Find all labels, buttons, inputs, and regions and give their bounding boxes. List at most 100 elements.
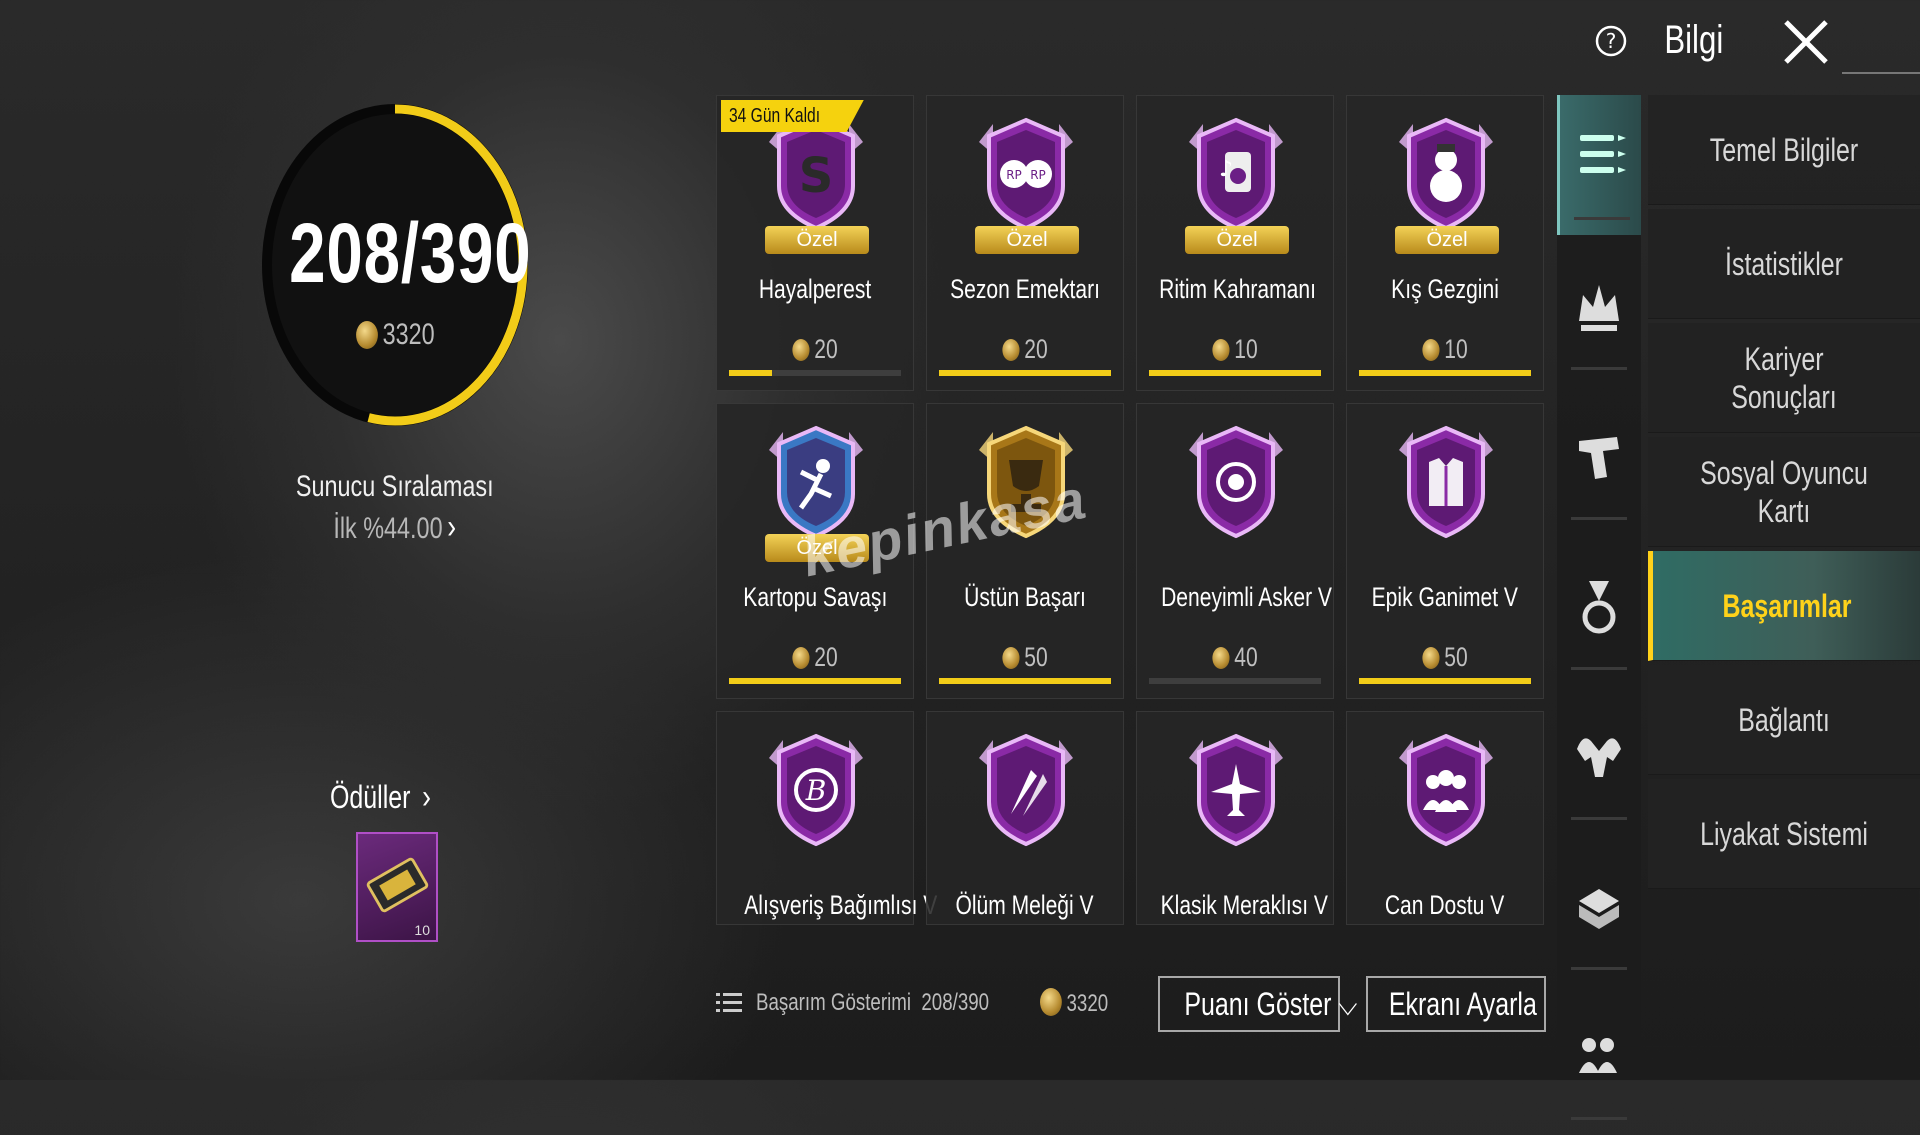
svg-text:S: S [799, 148, 834, 204]
rail-item[interactable] [1557, 245, 1641, 385]
display-label: Başarım Gösterimi [756, 989, 911, 1016]
rp-badge-icon: RP RP [971, 114, 1081, 234]
achievement-card[interactable]: Can Dostu V [1346, 711, 1544, 925]
menu-item[interactable]: İstatistikler [1648, 209, 1920, 319]
menu-item[interactable]: Temel Bilgiler [1648, 95, 1920, 205]
achievement-points: 50 [1347, 642, 1543, 673]
show-points-dropdown[interactable]: Puanı Göster ⌵ [1158, 976, 1357, 1032]
coin-icon [792, 647, 810, 669]
achievement-card[interactable]: RP RP Özel Sezon Emektarı 20 [926, 95, 1124, 391]
achievement-points: 50 [927, 642, 1123, 673]
display-count: 208/390 [921, 989, 990, 1016]
achievement-card[interactable]: ♪ Özel Ritim Kahramanı 10 [1136, 95, 1334, 391]
airplane-icon [1181, 730, 1291, 850]
chevron-right-icon: › [422, 778, 431, 816]
divider [1842, 72, 1920, 74]
divider [1571, 817, 1627, 820]
svg-text:♪: ♪ [1219, 157, 1233, 182]
menu-item[interactable]: Liyakat Sistemi [1648, 779, 1920, 889]
achievement-card[interactable]: Deneyimli Asker V 40 [1136, 403, 1334, 699]
achievement-progress-bar [939, 370, 1111, 376]
squad-icon [1391, 730, 1501, 850]
coin-icon [1002, 647, 1020, 669]
svg-text:B: B [805, 774, 827, 807]
achievement-progress-bar [1359, 678, 1531, 684]
menu-item[interactable]: Kariyer Sonuçları [1648, 323, 1920, 433]
rail-item[interactable] [1557, 845, 1641, 985]
chevron-right-icon: › [447, 508, 457, 546]
divider [1574, 217, 1630, 220]
rail-item[interactable] [1557, 995, 1641, 1135]
achievement-title: Deneyimli Asker V [1161, 582, 1332, 612]
achievement-points: 40 [1137, 642, 1333, 673]
achievement-progress-bar [1359, 370, 1531, 376]
coin-icon [792, 339, 810, 361]
divider [1571, 1117, 1627, 1120]
achievement-progress-bar [729, 678, 901, 684]
rail-item[interactable] [1557, 695, 1641, 835]
coin-icon [355, 321, 378, 349]
server-rank-value[interactable]: İlk %44.00 › [255, 508, 535, 547]
achievement-card[interactable]: Özel Kış Gezgini 10 [1346, 95, 1544, 391]
achievement-title: Alışveriş Bağımlısı V [744, 890, 938, 920]
menu-item[interactable]: Sosyal Oyuncu Kartı [1648, 437, 1920, 547]
coin-icon [1422, 339, 1440, 361]
rail-item[interactable] [1557, 545, 1641, 685]
achievement-points: 20 [717, 334, 913, 365]
achievement-count: 208/390 [289, 206, 532, 300]
svg-text:?: ? [1606, 29, 1617, 53]
shopping-icon: B [761, 730, 871, 850]
achievement-card[interactable]: S 34 Gün Kaldı Özel Hayalperest 20 [716, 95, 914, 391]
armor-icon [1391, 422, 1501, 542]
achievement-title: Üstün Başarı [964, 582, 1086, 612]
special-badge: Özel [1395, 226, 1499, 254]
progress-fill [939, 678, 1111, 684]
help-icon[interactable]: ? [1594, 24, 1628, 58]
pistol-icon [1579, 437, 1619, 479]
rail-item[interactable] [1557, 95, 1641, 235]
achievement-title: Ölüm Meleği V [955, 890, 1095, 920]
soldier-emblem-icon [1181, 422, 1291, 542]
menu-item[interactable]: Başarımlar [1648, 551, 1920, 661]
achievement-title: Klasik Meraklısı V [1160, 890, 1328, 920]
achievement-points: 20 [927, 334, 1123, 365]
progress-fill [1359, 678, 1531, 684]
snowman-icon [1391, 114, 1501, 234]
info-label[interactable]: Bilgi [1656, 18, 1732, 63]
svg-text:RP: RP [1030, 168, 1046, 182]
menu-item[interactable]: Bağlantı [1648, 665, 1920, 775]
close-icon[interactable] [1778, 14, 1834, 70]
achievement-title: Kış Gezgini [1391, 274, 1499, 304]
chevron-down-icon: ⌵ [1338, 986, 1358, 1022]
achievement-points: 10 [1137, 334, 1333, 365]
progress-fill [1149, 370, 1321, 376]
rockets-icon [971, 730, 1081, 850]
achievement-title: Can Dostu V [1385, 890, 1505, 920]
s-emblem-icon: S [761, 114, 871, 234]
achievement-progress-bar [729, 370, 901, 376]
adjust-screen-button[interactable]: Ekranı Ayarla [1366, 976, 1546, 1032]
coin-icon [1002, 339, 1020, 361]
reward-quantity: 10 [414, 922, 430, 938]
rail-item[interactable] [1557, 395, 1641, 535]
divider [1571, 367, 1627, 370]
category-icon-rail [1557, 95, 1641, 1120]
special-badge: Özel [1185, 226, 1289, 254]
muscle-icon [1577, 738, 1621, 777]
achievement-points: 20 [717, 642, 913, 673]
special-badge: Özel [765, 226, 869, 254]
server-rank-title: Sunucu Sıralaması [296, 470, 494, 503]
achievement-title: Sezon Emektarı [950, 274, 1100, 304]
achievement-card[interactable]: Klasik Meraklısı V [1136, 711, 1334, 925]
achievement-card[interactable]: Ölüm Meleği V [926, 711, 1124, 925]
achievement-points: 10 [1347, 334, 1543, 365]
list-icon [716, 993, 742, 1012]
crown-icon [1579, 285, 1619, 331]
achievement-card[interactable]: B Alışveriş Bağımlısı V [716, 711, 938, 925]
reward-item[interactable]: 10 [356, 832, 438, 942]
special-badge: Özel [975, 226, 1079, 254]
rewards-link[interactable]: Ödüller › [330, 778, 490, 817]
achievement-title: Hayalperest [758, 274, 872, 304]
achievement-card[interactable]: Epik Ganimet V 50 [1346, 403, 1544, 699]
team-icon [1579, 1038, 1617, 1073]
